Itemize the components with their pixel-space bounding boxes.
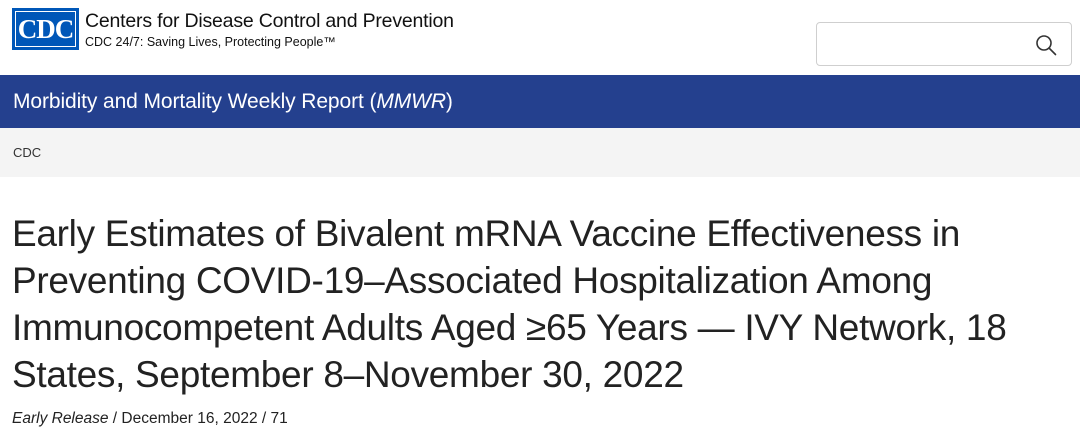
release-type: Early Release xyxy=(12,410,109,427)
article-main: Early Estimates of Bivalent mRNA Vaccine… xyxy=(0,177,1080,428)
cdc-logo[interactable]: CDC xyxy=(12,8,79,50)
breadcrumb: CDC xyxy=(0,128,1080,177)
mmwr-banner: Morbidity and Mortality Weekly Report (M… xyxy=(0,75,1080,128)
mmwr-title-prefix: Morbidity and Mortality Weekly Report ( xyxy=(13,89,377,113)
search-input[interactable] xyxy=(817,23,1027,65)
meta-separator-2: / xyxy=(257,410,271,427)
org-name: Centers for Disease Control and Preventi… xyxy=(85,10,454,32)
search-icon[interactable] xyxy=(1035,34,1057,56)
page-title: Early Estimates of Bivalent mRNA Vaccine… xyxy=(12,213,1007,395)
cdc-logo-link[interactable]: CDC Centers for Disease Control and Prev… xyxy=(12,8,454,50)
mmwr-title-link[interactable]: Morbidity and Mortality Weekly Report (M… xyxy=(13,90,453,114)
search-box xyxy=(816,22,1072,66)
breadcrumb-item-cdc[interactable]: CDC xyxy=(13,145,41,160)
article-meta: Early Release / December 16, 2022 / 71 xyxy=(12,410,1080,428)
release-date: December 16, 2022 xyxy=(121,410,258,427)
volume-number: 71 xyxy=(270,410,288,427)
org-tagline: CDC 24/7: Saving Lives, Protecting Peopl… xyxy=(85,35,336,49)
mmwr-title-abbrev: MMWR xyxy=(376,89,446,113)
org-text: Centers for Disease Control and Preventi… xyxy=(85,8,454,50)
cdc-logo-text: CDC xyxy=(17,13,74,44)
site-header: CDC Centers for Disease Control and Prev… xyxy=(0,0,1080,75)
meta-separator-1: / xyxy=(108,410,122,427)
mmwr-title-suffix: ) xyxy=(445,89,453,113)
